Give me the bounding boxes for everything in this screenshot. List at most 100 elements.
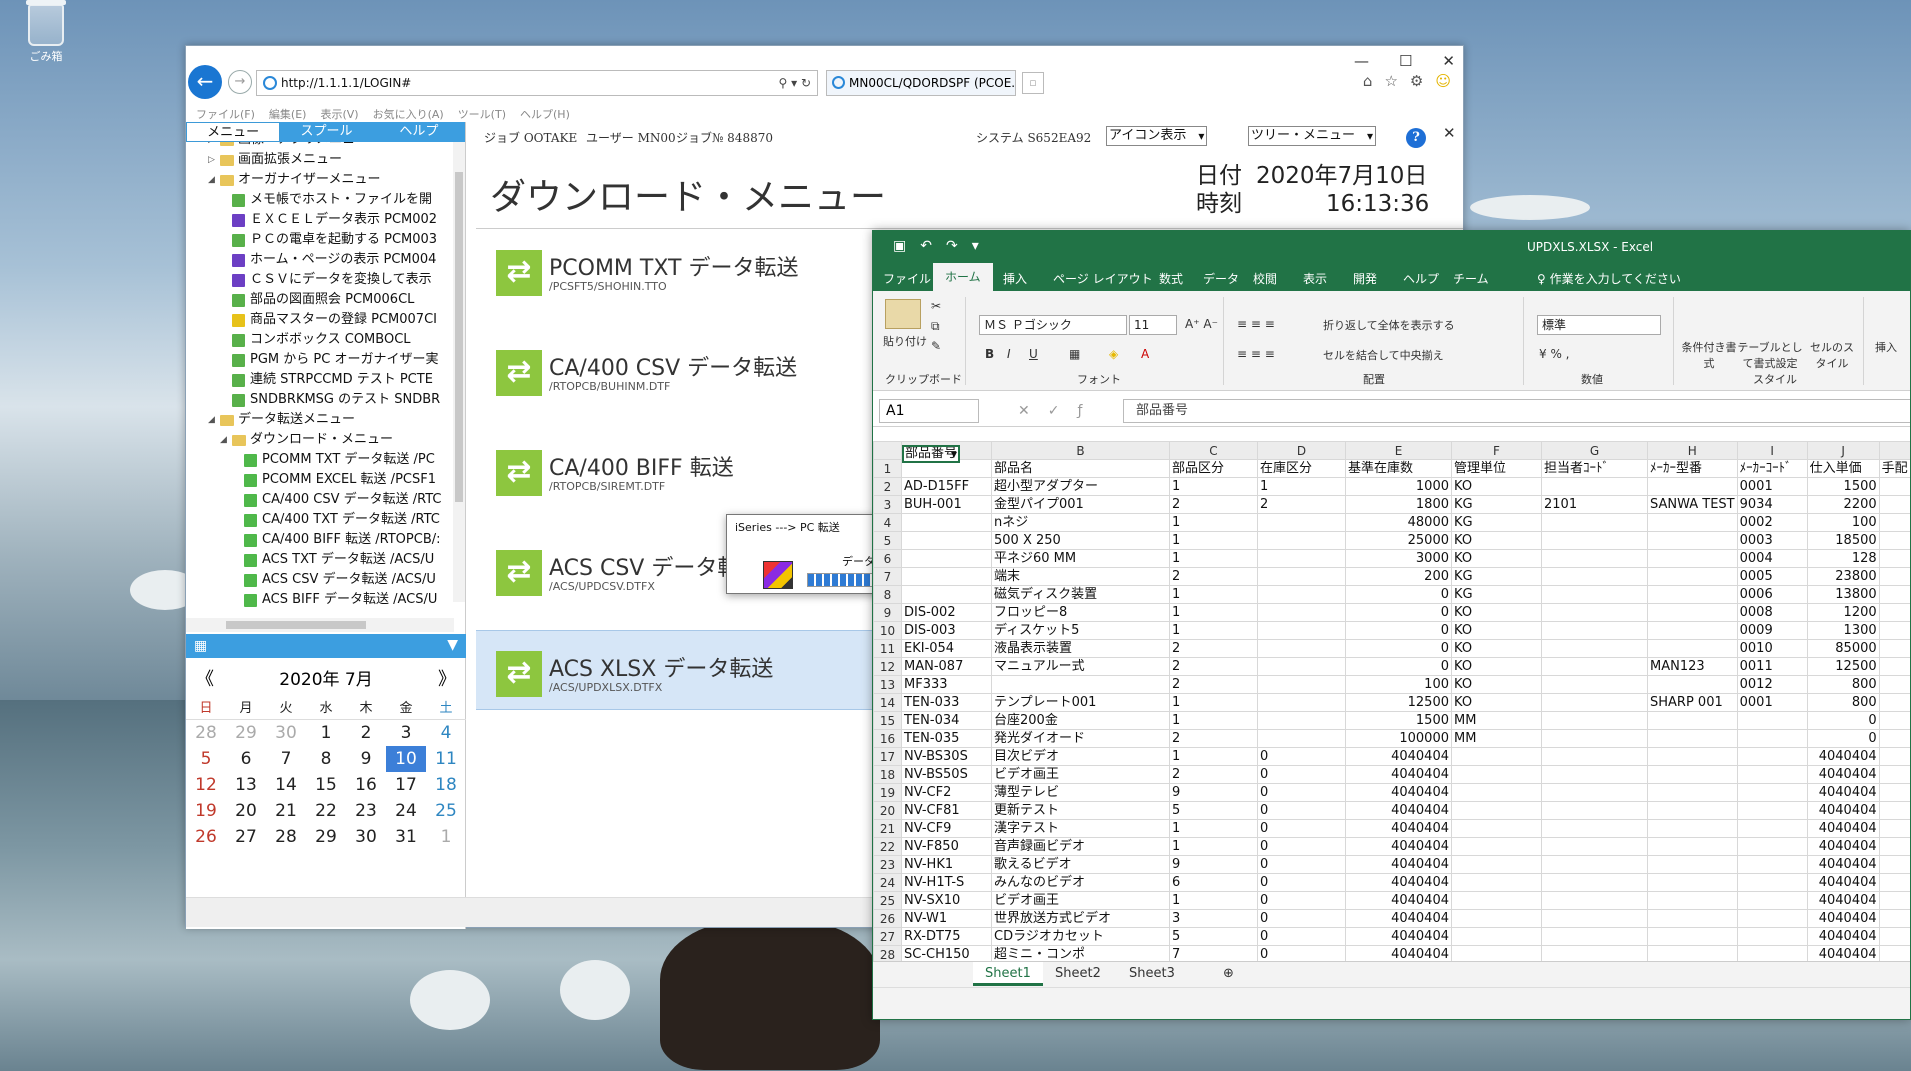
- cell[interactable]: [1878, 855, 1910, 874]
- scrollbar-thumb[interactable]: [455, 172, 463, 502]
- ribbon-tab[interactable]: ファイル: [883, 270, 931, 287]
- cell[interactable]: 100000: [1345, 729, 1452, 748]
- font-name-select[interactable]: ＭＳ Ｐゴシック: [979, 315, 1127, 335]
- cell[interactable]: 100: [1806, 513, 1880, 532]
- cell[interactable]: [1736, 765, 1808, 784]
- row-header[interactable]: 2: [873, 477, 902, 496]
- calendar-day[interactable]: 12: [186, 772, 226, 798]
- cell[interactable]: [1541, 855, 1648, 874]
- expand-triangle-icon[interactable]: ◢: [208, 170, 218, 190]
- cell[interactable]: 0: [1345, 603, 1452, 622]
- cell[interactable]: 1: [1169, 477, 1258, 496]
- cell[interactable]: KO: [1451, 603, 1542, 622]
- customize-icon[interactable]: ▾: [972, 238, 993, 254]
- cell[interactable]: [1878, 747, 1910, 766]
- cell[interactable]: 0012: [1736, 675, 1808, 694]
- menu-view[interactable]: 表示(V): [320, 106, 358, 122]
- calendar-day[interactable]: 8: [306, 746, 346, 772]
- calendar-day[interactable]: 16: [346, 772, 386, 798]
- cell[interactable]: 25000: [1345, 531, 1452, 550]
- column-header[interactable]: B: [991, 441, 1170, 460]
- calendar-day[interactable]: 6: [226, 746, 266, 772]
- tree-item[interactable]: ACS TXT データ転送 /ACS/U: [186, 550, 465, 570]
- expand-triangle-icon[interactable]: ▷: [208, 150, 218, 170]
- underline-button[interactable]: U: [1029, 347, 1038, 361]
- tree-item[interactable]: PGM から PC オーガナイザー実: [186, 350, 465, 370]
- cell[interactable]: 目次ビデオ: [991, 747, 1170, 766]
- column-header[interactable]: [1878, 441, 1910, 460]
- cell[interactable]: 1: [1169, 693, 1258, 712]
- maximize-icon[interactable]: ☐: [1399, 52, 1412, 70]
- cell[interactable]: [1257, 585, 1346, 604]
- cell[interactable]: [1541, 693, 1648, 712]
- calendar-day[interactable]: 5: [186, 746, 226, 772]
- cell[interactable]: [1878, 927, 1910, 946]
- cell[interactable]: [1541, 801, 1648, 820]
- cell[interactable]: NV-CF81: [901, 801, 992, 820]
- ribbon-tab[interactable]: チーム: [1453, 270, 1489, 287]
- tree-item[interactable]: ▷ 画面拡張メニュー: [186, 150, 465, 170]
- cell[interactable]: 4040404: [1806, 855, 1880, 874]
- column-header[interactable]: C: [1169, 441, 1258, 460]
- cell[interactable]: [1647, 603, 1738, 622]
- cell[interactable]: [1541, 603, 1648, 622]
- calendar-day[interactable]: 28: [186, 720, 226, 746]
- cell[interactable]: [901, 549, 992, 568]
- tree-item[interactable]: ◢ データ転送メニュー: [186, 410, 465, 430]
- cell[interactable]: 18500: [1806, 531, 1880, 550]
- cell[interactable]: 超ミニ・コンポ: [991, 945, 1170, 961]
- calendar-day[interactable]: 31: [386, 824, 426, 850]
- cell[interactable]: 基準在庫数: [1345, 459, 1452, 478]
- cell[interactable]: [1257, 549, 1346, 568]
- cell[interactable]: EKI-054: [901, 639, 992, 658]
- cell[interactable]: [1647, 909, 1738, 928]
- cell[interactable]: 0005: [1736, 567, 1808, 586]
- cell[interactable]: 歌えるビデオ: [991, 855, 1170, 874]
- cell[interactable]: [1736, 909, 1808, 928]
- cell[interactable]: 1: [1169, 531, 1258, 550]
- cell[interactable]: [1647, 819, 1738, 838]
- cell[interactable]: NV-CF2: [901, 783, 992, 802]
- cell[interactable]: 500 X 250: [991, 531, 1170, 550]
- cell[interactable]: 在庫区分: [1257, 459, 1346, 478]
- cell[interactable]: 1: [1169, 585, 1258, 604]
- cell[interactable]: 0010: [1736, 639, 1808, 658]
- cell[interactable]: [1647, 855, 1738, 874]
- cell[interactable]: 2: [1169, 657, 1258, 676]
- ribbon-tab[interactable]: 表示: [1303, 270, 1327, 287]
- cell[interactable]: 0: [1257, 927, 1346, 946]
- ribbon-tab[interactable]: 数式: [1159, 270, 1183, 287]
- cell[interactable]: 800: [1806, 675, 1880, 694]
- ribbon-tab[interactable]: 挿入: [1003, 270, 1027, 287]
- tree-item[interactable]: ホーム・ページの表示 PCM004: [186, 250, 465, 270]
- favorites-star-icon[interactable]: ☆: [1384, 72, 1397, 90]
- tree-item[interactable]: PCOMM TXT データ転送 /PC: [186, 450, 465, 470]
- cell[interactable]: [1736, 747, 1808, 766]
- tab-help[interactable]: ヘルプ: [372, 122, 465, 142]
- cell[interactable]: [1647, 675, 1738, 694]
- fill-color-icon[interactable]: ◈: [1109, 347, 1118, 361]
- row-header[interactable]: 10: [873, 621, 902, 640]
- tree-item[interactable]: CA/400 TXT データ転送 /RTC: [186, 510, 465, 530]
- calendar-day[interactable]: 27: [226, 824, 266, 850]
- cell[interactable]: [1647, 765, 1738, 784]
- row-header[interactable]: 16: [873, 729, 902, 748]
- cell[interactable]: [1541, 783, 1648, 802]
- function-icon[interactable]: ƒ: [1077, 403, 1100, 419]
- align-left-icon[interactable]: ≡ ≡ ≡: [1237, 347, 1275, 361]
- row-header[interactable]: 4: [873, 513, 902, 532]
- minimize-icon[interactable]: —: [1354, 52, 1369, 70]
- cell[interactable]: 9: [1169, 783, 1258, 802]
- tree-item[interactable]: ＣＳＶにデータを変換して表示: [186, 270, 465, 290]
- cell[interactable]: [1878, 945, 1910, 961]
- tab-menu[interactable]: メニュー: [186, 122, 281, 142]
- cell[interactable]: [901, 513, 992, 532]
- row-header[interactable]: 8: [873, 585, 902, 604]
- cell[interactable]: NV-CF9: [901, 819, 992, 838]
- tree-item[interactable]: ◢ ダウンロード・メニュー: [186, 430, 465, 450]
- cell[interactable]: 0003: [1736, 531, 1808, 550]
- cell[interactable]: 世界放送方式ビデオ: [991, 909, 1170, 928]
- cell[interactable]: [1541, 585, 1648, 604]
- cell[interactable]: KO: [1451, 675, 1542, 694]
- cell[interactable]: 800: [1806, 693, 1880, 712]
